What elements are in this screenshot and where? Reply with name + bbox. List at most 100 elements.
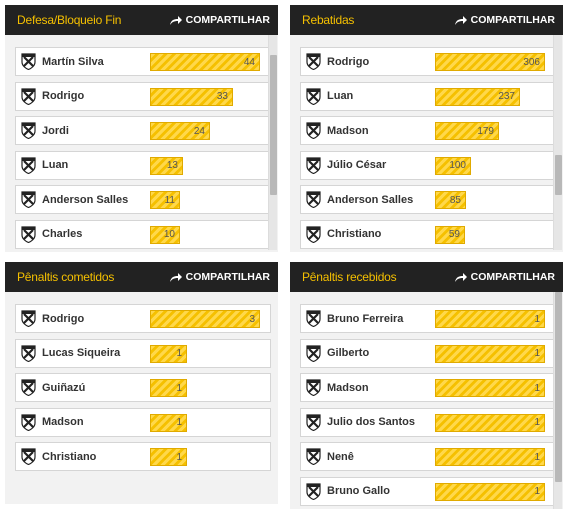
share-label: COMPARTILHAR bbox=[470, 271, 555, 283]
stat-value: 13 bbox=[166, 160, 178, 171]
stat-value: 10 bbox=[163, 229, 175, 240]
vasco-crest-icon bbox=[21, 379, 36, 396]
stat-bar: 1 bbox=[435, 344, 545, 363]
vasco-crest-icon bbox=[21, 87, 36, 105]
stat-bar: 10 bbox=[150, 225, 180, 244]
share-button[interactable]: COMPARTILHAR bbox=[169, 14, 270, 26]
player-row: Martín Silva 44 bbox=[15, 47, 271, 76]
player-row: Anderson Salles 11 bbox=[15, 185, 271, 214]
vasco-crest-icon bbox=[306, 191, 321, 208]
panel-header: Rebatidas COMPARTILHAR bbox=[290, 5, 563, 35]
share-label: COMPARTILHAR bbox=[185, 14, 270, 26]
scrollbar[interactable] bbox=[553, 35, 562, 250]
stat-value: 1 bbox=[534, 486, 540, 497]
player-row: Bruno Ferreira 1 bbox=[300, 304, 556, 333]
stat-bar: 1 bbox=[435, 448, 545, 466]
stats-panel-penaltis-cometidos: Pênaltis cometidos COMPARTILHAR Rodrigo 3… bbox=[5, 262, 278, 504]
scrollbar[interactable] bbox=[268, 35, 277, 250]
stat-bar: 1 bbox=[435, 413, 545, 432]
vasco-crest-icon bbox=[21, 53, 36, 70]
player-name: Gilberto bbox=[327, 347, 370, 359]
player-list: Martín Silva 44 Rodrigo 33 Jordi 24 Luan 13 Ande… bbox=[15, 47, 271, 249]
stat-value: 100 bbox=[449, 160, 466, 171]
vasco-crest-icon bbox=[21, 344, 36, 362]
player-row: Charles 10 bbox=[15, 219, 271, 249]
share-button[interactable]: COMPARTILHAR bbox=[169, 271, 270, 283]
player-row: Guiñazú 1 bbox=[15, 373, 271, 402]
stat-value: 3 bbox=[249, 313, 255, 325]
share-label: COMPARTILHAR bbox=[185, 271, 270, 283]
player-name: Christiano bbox=[42, 450, 97, 463]
stat-value: 306 bbox=[523, 56, 540, 68]
panel-title: Defesa/Bloqueio Fin bbox=[17, 13, 122, 27]
vasco-crest-icon bbox=[21, 448, 36, 465]
player-row: Anderson Salles 85 bbox=[300, 185, 556, 214]
panel-title: Pênaltis cometidos bbox=[17, 270, 115, 284]
player-name: Anderson Salles bbox=[42, 193, 129, 206]
player-row: Madson 1 bbox=[15, 407, 271, 437]
player-row: Christiano 59 bbox=[300, 219, 556, 249]
vasco-crest-icon bbox=[306, 156, 321, 174]
player-name: Júlio César bbox=[327, 159, 387, 171]
stat-bar: 44 bbox=[150, 53, 260, 71]
stat-value: 1 bbox=[176, 451, 182, 463]
share-arrow-icon bbox=[454, 15, 467, 25]
stat-value: 1 bbox=[176, 417, 182, 428]
vasco-crest-icon bbox=[306, 379, 321, 396]
stat-value: 1 bbox=[534, 348, 540, 359]
share-button[interactable]: COMPARTILHAR bbox=[454, 14, 555, 26]
scrollbar-thumb[interactable] bbox=[555, 155, 562, 195]
share-button[interactable]: COMPARTILHAR bbox=[454, 271, 555, 283]
stats-panel-penaltis-recebidos: Pênaltis recebidos COMPARTILHAR Bruno Fe… bbox=[290, 262, 563, 509]
vasco-crest-icon bbox=[21, 156, 36, 174]
player-name: Bruno Ferreira bbox=[327, 312, 404, 325]
player-row: Nenê 1 bbox=[300, 442, 556, 471]
stat-bar: 306 bbox=[435, 53, 545, 71]
vasco-crest-icon bbox=[21, 310, 36, 327]
share-label: COMPARTILHAR bbox=[470, 14, 555, 26]
panel-header: Defesa/Bloqueio Fin COMPARTILHAR bbox=[5, 5, 278, 35]
stat-bar: 237 bbox=[435, 87, 520, 106]
panel-header: Pênaltis recebidos COMPARTILHAR bbox=[290, 262, 563, 292]
player-row: Bruno Gallo 1 bbox=[300, 476, 556, 506]
vasco-crest-icon bbox=[306, 122, 321, 139]
stat-bar: 1 bbox=[435, 310, 545, 328]
stats-panel-rebatidas: Rebatidas COMPARTILHAR Rodrigo 306 Luan 237… bbox=[290, 5, 563, 252]
stat-bar: 3 bbox=[150, 310, 260, 328]
player-row: Rodrigo 306 bbox=[300, 47, 556, 76]
vasco-crest-icon bbox=[21, 122, 36, 139]
stat-bar: 59 bbox=[435, 225, 465, 244]
stat-value: 85 bbox=[449, 194, 461, 206]
vasco-crest-icon bbox=[306, 413, 321, 431]
stat-value: 11 bbox=[164, 194, 175, 206]
vasco-crest-icon bbox=[306, 482, 321, 500]
stat-value: 33 bbox=[216, 91, 228, 102]
player-name: Rodrigo bbox=[42, 90, 85, 102]
panel-header: Pênaltis cometidos COMPARTILHAR bbox=[5, 262, 278, 292]
stats-panel-defesa-bloqueio: Defesa/Bloqueio Fin COMPARTILHAR Martín … bbox=[5, 5, 278, 252]
vasco-crest-icon bbox=[21, 413, 36, 431]
stat-value: 179 bbox=[477, 125, 494, 137]
stat-value: 1 bbox=[534, 382, 540, 394]
stat-value: 1 bbox=[176, 382, 182, 394]
scrollbar-thumb[interactable] bbox=[270, 55, 277, 195]
player-name: Julio dos Santos bbox=[327, 416, 416, 428]
player-name: Luan bbox=[42, 159, 69, 171]
scrollbar-thumb[interactable] bbox=[555, 292, 562, 482]
vasco-crest-icon bbox=[306, 448, 321, 465]
share-arrow-icon bbox=[169, 272, 182, 282]
stat-value: 237 bbox=[498, 91, 515, 102]
stat-bar: 33 bbox=[150, 87, 233, 106]
player-list: Rodrigo 306 Luan 237 Madson 179 Júlio César 100… bbox=[300, 47, 556, 249]
player-list: Rodrigo 3 Lucas Siqueira 1 Guiñazú 1 Madson 1 Ch… bbox=[15, 304, 271, 471]
vasco-crest-icon bbox=[306, 310, 321, 327]
player-row: Rodrigo 3 bbox=[15, 304, 271, 333]
stat-bar: 179 bbox=[435, 122, 499, 140]
player-name: Anderson Salles bbox=[327, 193, 414, 206]
player-name: Bruno Gallo bbox=[327, 485, 390, 497]
scrollbar[interactable] bbox=[553, 292, 562, 509]
vasco-crest-icon bbox=[306, 344, 321, 362]
player-name: Guiñazú bbox=[42, 381, 86, 394]
vasco-crest-icon bbox=[306, 53, 321, 70]
player-row: Luan 13 bbox=[15, 150, 271, 180]
